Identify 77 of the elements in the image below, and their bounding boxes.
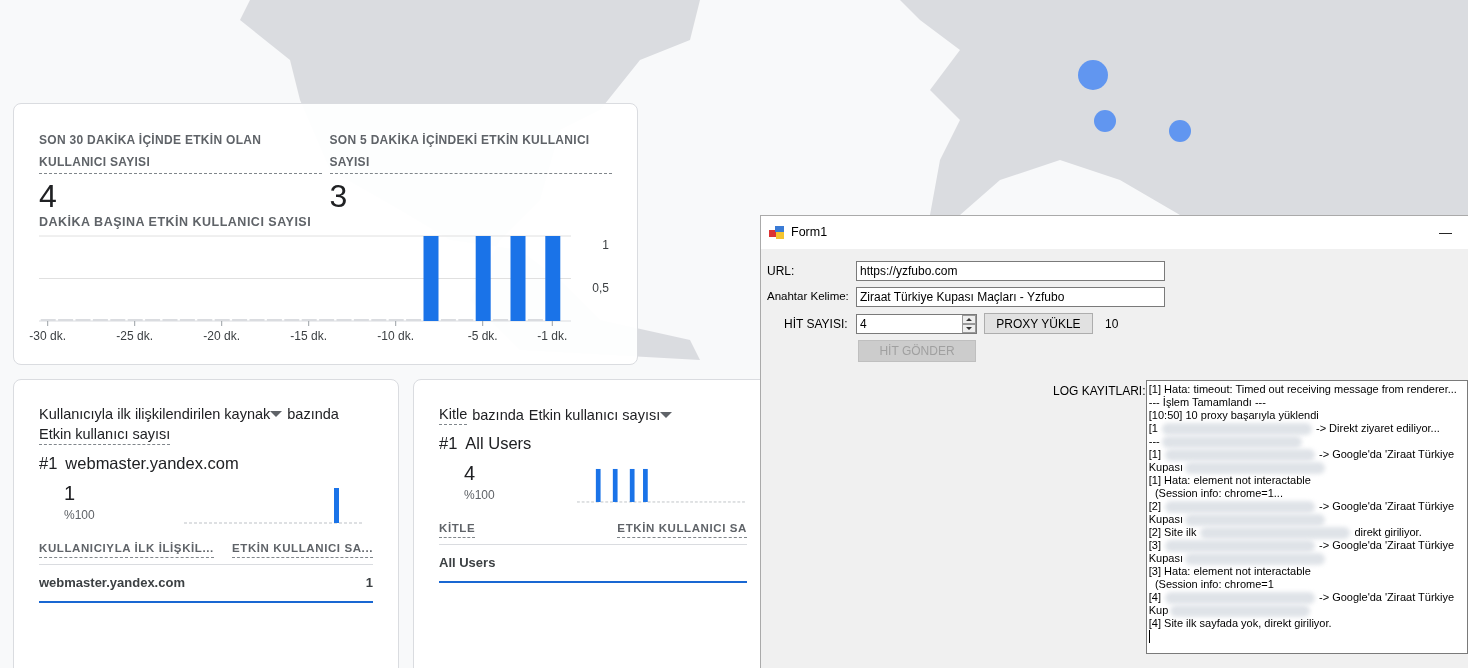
table-cell-text: 1 [365,574,373,592]
title-text: Etkin kullanıcı sayısı [39,424,171,445]
minimize-button[interactable]: — [1437,222,1454,243]
title-text: bazında [472,405,524,425]
table-cell-text: webmaster.yandex.com [39,574,185,592]
log-line: [4] Site ilk sayfada yok, direkt giriliyor. [1148,617,1333,630]
log-line: [2] Site ilk [1148,526,1197,539]
log-line: [3] Hata: element not interactable [1148,565,1312,578]
url-label: URL: [767,263,796,280]
metric-value: 4 [39,180,57,212]
text-cursor [1148,630,1150,643]
metric-label: SON 30 DAKİKA İÇİNDE ETKİN OLAN KULLANICI SAYISI [39,129,322,174]
x-tick-label: -10 dk. [377,328,415,343]
column-header: ETKİN KULLANICI SA... [232,539,373,558]
caret-icon [270,411,283,417]
x-tick-label: -5 dk. [467,328,498,343]
log-line: (Session info: chrome=1... [1153,487,1284,500]
log-line: [3] [1148,539,1161,552]
log-line: Kupası [1148,513,1184,526]
load-proxy-button[interactable]: PROXY YÜKLE [984,313,1093,334]
x-tick-label: -1 dk. [537,328,568,343]
log-line: direkt giriliyor. [1354,526,1422,539]
log-line: Kup [1148,604,1169,617]
x-tick-label: -30 dk. [29,328,67,343]
title-text: Kitle [439,404,468,425]
log-line: -> Google'da 'Ziraat Türkiye [1319,539,1455,552]
keyword-label: Anahtar Kelime: [767,289,850,305]
log-line: [1] [1148,448,1161,461]
title-text: bazında [287,405,339,424]
log-line: -> Google'da 'Ziraat Türkiye [1319,500,1455,513]
chart-title: DAKİKA BAŞINA ETKİN KULLANICI SAYISI [39,214,313,231]
spinner-arrows-icon[interactable] [962,314,976,333]
log-line: [2] [1148,500,1161,513]
y-tick-label: 0,5 [592,280,609,295]
x-tick-label: -25 dk. [116,328,154,343]
log-line: --- İşlem Tamamlandı --- [1148,396,1267,409]
log-line: -> Direkt ziyaret ediliyor... [1315,422,1440,435]
caret-icon [660,411,673,418]
x-tick-label: -15 dk. [290,328,328,343]
top-item-name: All Users [465,433,532,454]
table-cell-text: All Users [439,554,496,572]
top-item-name: webmaster.yandex.com [65,453,239,474]
rank-label: #1 [39,453,58,474]
log-line: Kupası [1148,461,1184,474]
top-item-share: %100 [64,506,96,524]
log-line: [10:50] 10 proxy başarıyla yüklendi [1148,409,1320,422]
log-line: -> Google'da 'Ziraat Türkiye [1319,448,1455,461]
log-line: (Session info: chrome=1 [1153,578,1275,591]
log-line: [1] Hata: timeout: Timed out receiving message from renderer... [1148,383,1458,396]
dropdown-selector[interactable]: Etkin kullanıcı sayısı [528,404,673,425]
metric-value: 3 [329,180,348,212]
top-item-share: %100 [464,486,496,504]
log-textbox[interactable] [1145,380,1468,654]
log-line: [1] Hata: element not interactable [1148,474,1312,487]
app-icon [769,225,785,240]
column-header: KULLANICIYLA İLK İLİŞKİL... [39,539,214,558]
column-header: ETKİN KULLANICI SA [617,519,747,538]
column-header: KİTLE [439,519,476,538]
y-tick-label: 1 [602,237,609,252]
text-field[interactable]: https://yzfubo.com [856,261,1165,281]
proxy-count: 10 [1105,315,1119,333]
log-label: LOG KAYITLARI: [1053,383,1146,400]
top-item-value: 4 [464,460,477,486]
number-spinner[interactable]: 4 [856,313,977,334]
log-line: Kupası [1148,552,1184,565]
log-line: -> Google'da 'Ziraat Türkiye [1319,591,1455,604]
top-item-value: 1 [64,480,77,506]
log-line: [1 [1148,422,1158,435]
log-line: [4] [1148,591,1161,604]
hit-count-label: HİT SAYISI: [783,315,849,333]
window-title: Form1 [791,224,828,242]
text-field[interactable]: Ziraat Türkiye Kupası Maçları - Yzfubo [856,287,1165,307]
dropdown-selector[interactable]: Kullanıcıyla ilk ilişkilendirilen kaynak [39,404,283,424]
x-tick-label: -20 dk. [203,328,241,343]
rank-label: #1 [439,433,458,454]
metric-label: SON 5 DAKİKA İÇİNDEKİ ETKİN KULLANICI SAYISI [329,129,612,174]
log-line: --- [1148,435,1160,448]
